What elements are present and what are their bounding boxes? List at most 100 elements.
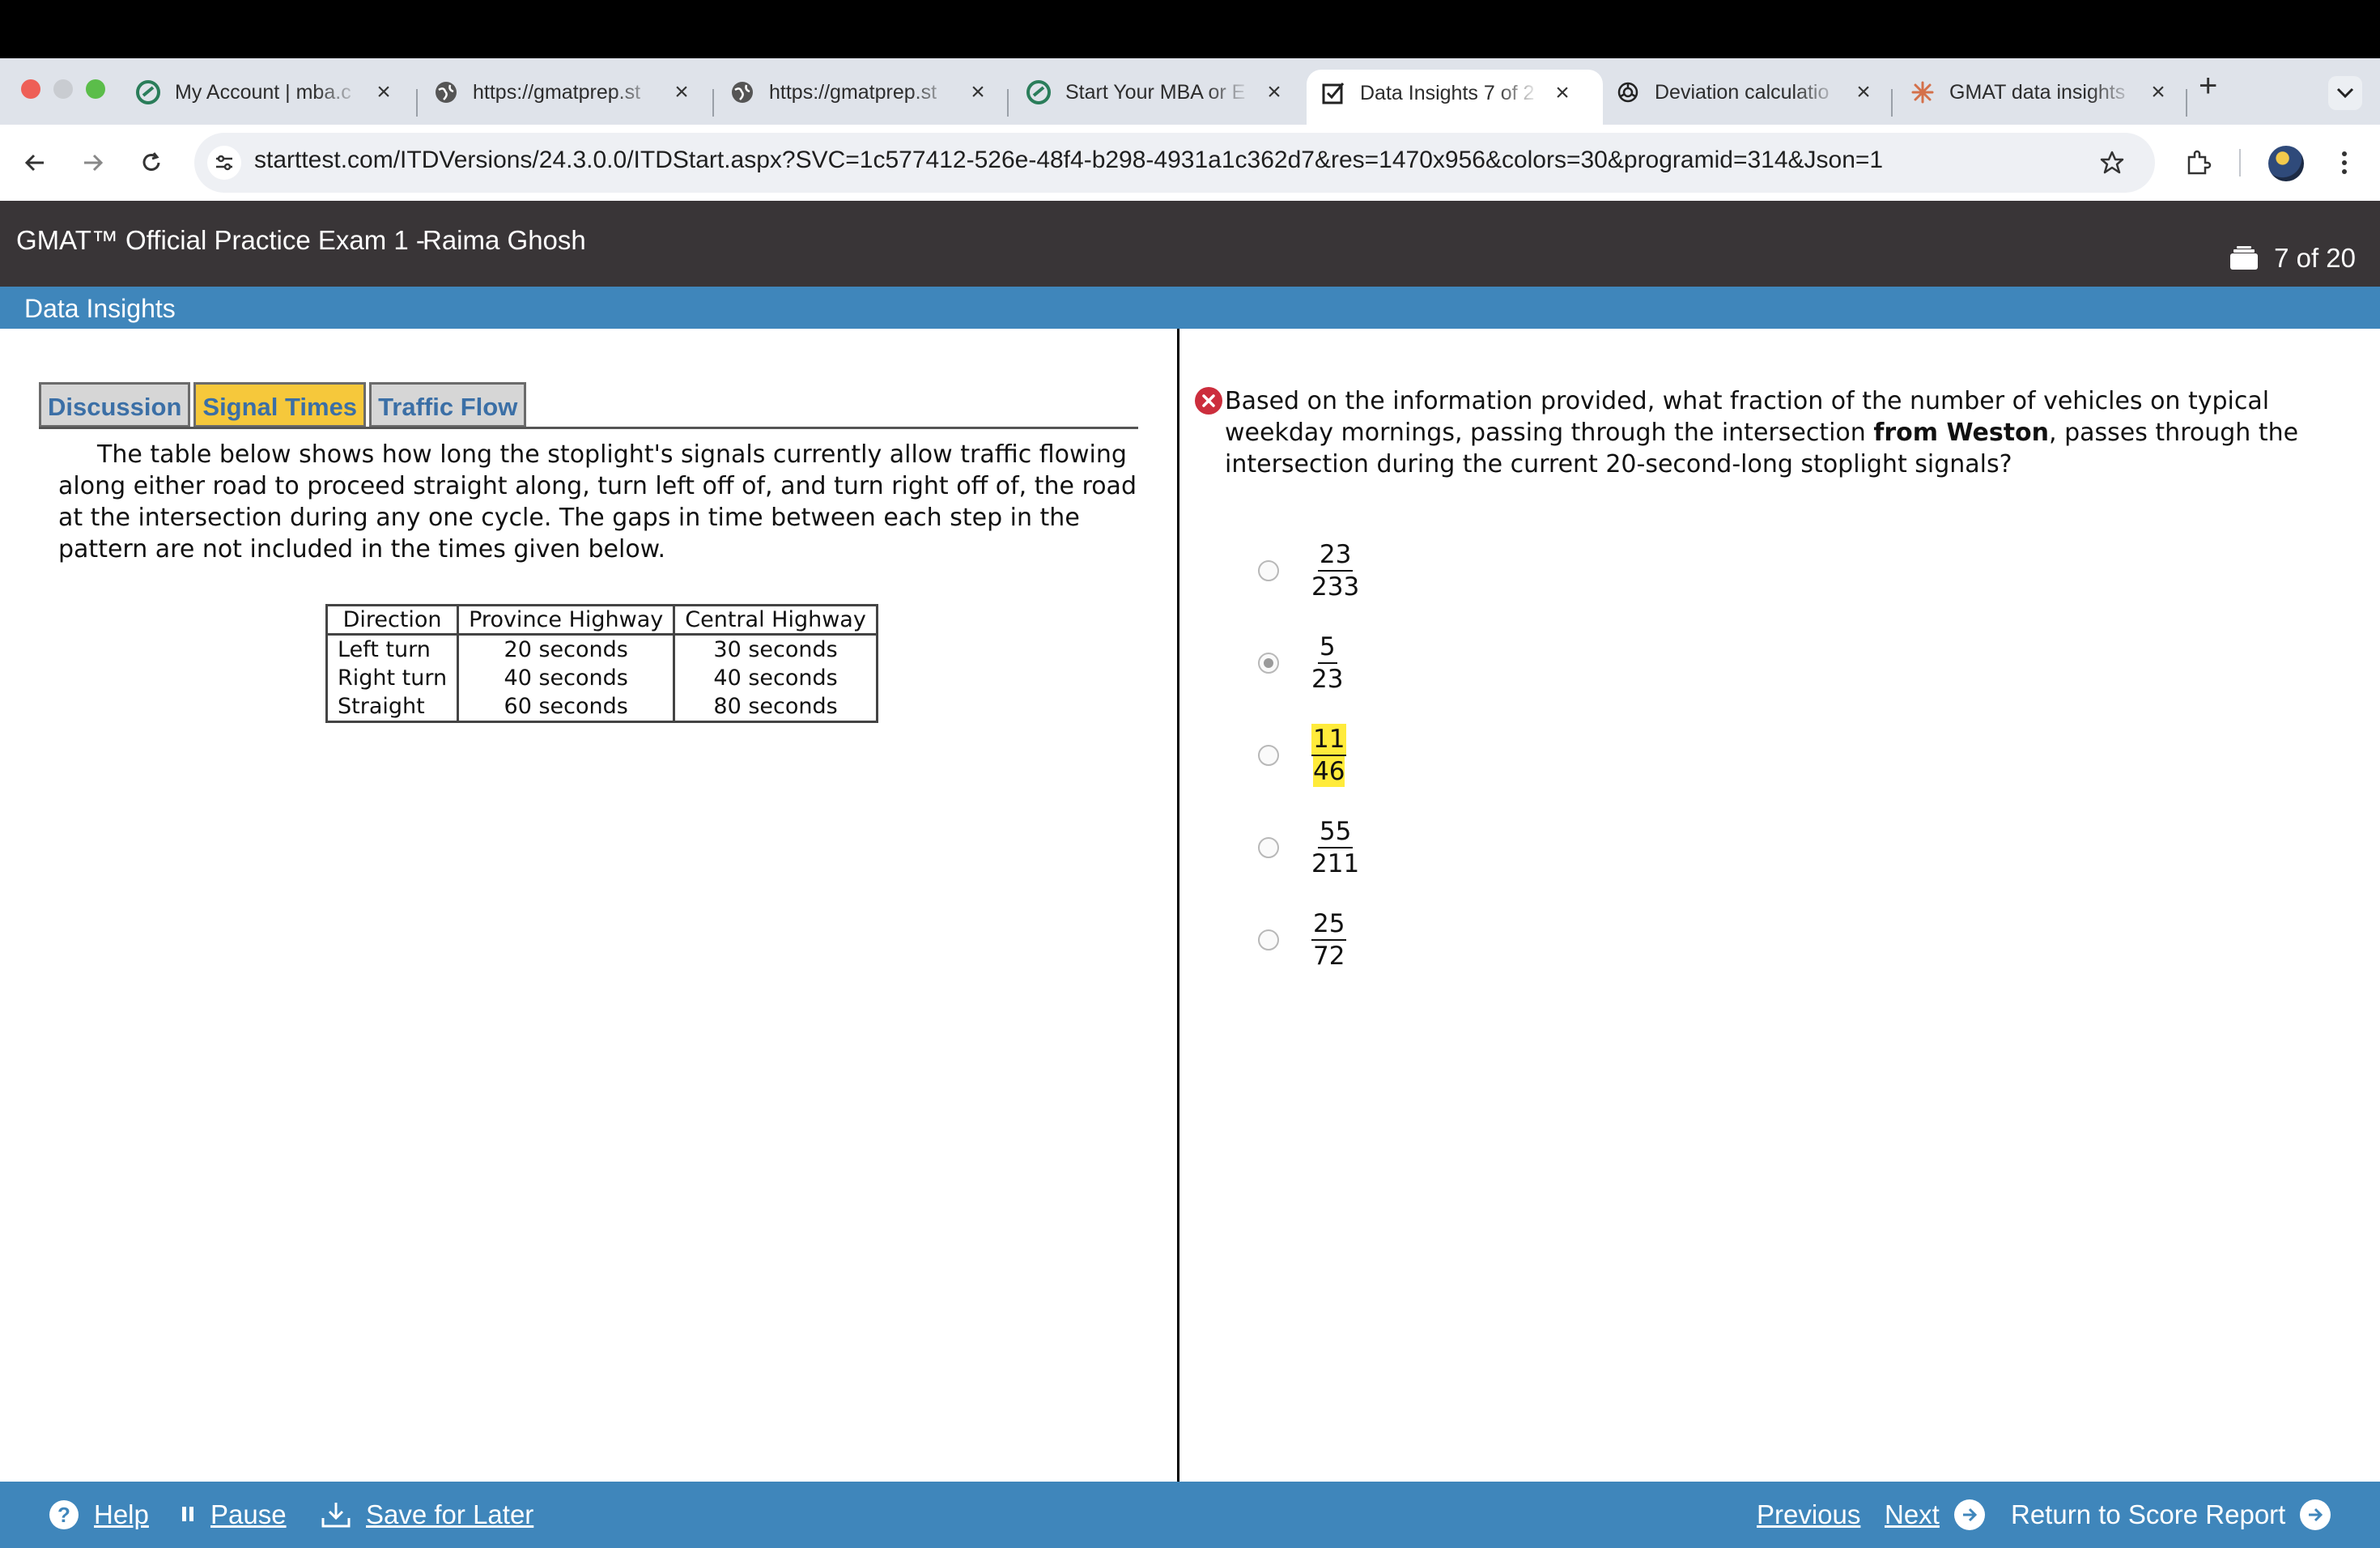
table-row: Left turn 20 seconds 30 seconds: [325, 634, 878, 664]
table-cell: Right turn: [325, 663, 460, 693]
extensions-icon[interactable]: [2178, 142, 2218, 183]
url-text[interactable]: starttest.com/ITDVersions/24.3.0.0/ITDSt…: [254, 147, 1883, 174]
tab-title: My Account | mba.c: [175, 80, 351, 104]
section-bar: Data Insights: [0, 287, 2380, 329]
candidate-name: Raima Ghosh: [423, 225, 586, 255]
tab-title: Deviation calculatio: [1655, 80, 1830, 104]
table-cell: Straight: [325, 692, 460, 722]
denominator: 23: [1311, 665, 1344, 694]
radio-button[interactable]: [1258, 837, 1279, 858]
next-button[interactable]: Next: [1885, 1499, 1985, 1530]
new-tab-button[interactable]: +: [2199, 70, 2217, 102]
pause-button[interactable]: Pause: [180, 1499, 287, 1530]
download-icon: [321, 1500, 351, 1529]
pause-icon: [180, 1505, 196, 1525]
answer-option[interactable]: 11 46: [1258, 724, 1347, 787]
radio-button[interactable]: [1258, 745, 1279, 766]
arrow-left-icon: [24, 154, 44, 172]
close-icon[interactable]: ×: [670, 79, 693, 106]
tab-signal-times[interactable]: Signal Times: [193, 382, 367, 427]
browser-tab[interactable]: https://gmatprep.st ×: [730, 70, 989, 115]
close-icon[interactable]: ×: [967, 79, 989, 106]
close-icon[interactable]: ×: [1263, 79, 1286, 106]
browser-tab[interactable]: https://gmatprep.st ×: [434, 70, 693, 115]
close-icon[interactable]: ×: [2147, 79, 2170, 106]
fraction: 23 233: [1311, 539, 1359, 602]
return-to-score-report-button[interactable]: Return to Score Report: [2011, 1499, 2331, 1530]
tabs-underline: [39, 427, 1138, 429]
tab-discussion[interactable]: Discussion: [39, 382, 191, 427]
window-minimize-button[interactable]: [53, 79, 73, 99]
profile-avatar[interactable]: [2268, 146, 2304, 181]
denominator: 72: [1313, 942, 1345, 971]
answer-option[interactable]: 5 23: [1258, 632, 1343, 695]
window-close-button[interactable]: [21, 79, 40, 99]
help-label: Help: [94, 1499, 149, 1529]
exam-footer: ? Help Pause Save for Later Previous Nex…: [0, 1482, 2380, 1548]
fraction: 25 72: [1311, 908, 1347, 972]
answer-option[interactable]: 55 211: [1258, 816, 1359, 879]
table-cell: 30 seconds: [673, 634, 878, 664]
reload-icon: [142, 152, 160, 171]
pause-label: Pause: [210, 1499, 287, 1529]
forward-button[interactable]: [73, 142, 113, 183]
checkbox-pen-icon: [1321, 81, 1345, 105]
svg-text:?: ?: [57, 1503, 70, 1527]
browser-tab-active[interactable]: Data Insights 7 of 2 ×: [1307, 70, 1603, 125]
table-cell: 20 seconds: [457, 634, 676, 664]
radio-button-selected[interactable]: [1258, 653, 1279, 674]
previous-button[interactable]: Previous: [1757, 1499, 1860, 1530]
answer-option[interactable]: 25 72: [1258, 908, 1347, 972]
save-label: Save for Later: [366, 1499, 534, 1529]
site-settings-icon[interactable]: [207, 146, 241, 180]
bookmark-star-icon[interactable]: [2093, 144, 2131, 181]
numerator: 55: [1317, 816, 1354, 848]
address-bar[interactable]: starttest.com/ITDVersions/24.3.0.0/ITDSt…: [194, 133, 2155, 193]
browser-tab[interactable]: GMAT data insights ×: [1910, 70, 2170, 115]
table-cell: 40 seconds: [673, 663, 878, 693]
reload-button[interactable]: [131, 142, 172, 183]
claude-icon: [1910, 80, 1935, 104]
question-counter-icon: [2229, 245, 2259, 271]
mba-logo-icon: [1026, 80, 1051, 104]
browser-tab[interactable]: Start Your MBA or E ×: [1026, 70, 1286, 115]
save-for-later-button[interactable]: Save for Later: [321, 1499, 533, 1530]
radio-button[interactable]: [1258, 560, 1279, 581]
tab-search-button[interactable]: [2328, 76, 2362, 110]
tab-title: GMAT data insights: [1949, 80, 2126, 104]
browser-tab[interactable]: Deviation calculatio ×: [1616, 70, 1875, 115]
globe-icon: [730, 80, 754, 104]
denominator: 211: [1311, 849, 1360, 878]
close-icon[interactable]: ×: [1551, 79, 1574, 107]
browser-toolbar: starttest.com/ITDVersions/24.3.0.0/ITDSt…: [0, 125, 2380, 201]
table-cell: 80 seconds: [673, 692, 878, 722]
table-row: Right turn 40 seconds 40 seconds: [325, 663, 878, 693]
window-zoom-button[interactable]: [86, 79, 105, 99]
table-header-row: Direction Province Highway Central Highw…: [325, 605, 878, 636]
arrow-right-icon: [84, 154, 104, 172]
back-button[interactable]: [15, 142, 55, 183]
question-progress: 7 of 20: [2229, 243, 2356, 274]
answer-option[interactable]: 23 233: [1258, 539, 1359, 602]
section-title: Data Insights: [24, 294, 176, 323]
question-text: Based on the information provided, what …: [1225, 385, 2342, 480]
previous-label: Previous: [1757, 1499, 1861, 1529]
denominator: 233: [1311, 572, 1360, 602]
exam-header: GMAT™ Official Practice Exam 1 - Raima G…: [0, 201, 2380, 287]
chevron-down-icon: [2336, 87, 2354, 99]
tab-title: https://gmatprep.st: [473, 80, 641, 104]
next-label: Next: [1885, 1499, 1940, 1529]
tab-traffic-flow[interactable]: Traffic Flow: [369, 382, 527, 427]
mba-logo-icon: [136, 80, 160, 104]
radio-button[interactable]: [1258, 929, 1279, 950]
numerator: 11: [1311, 724, 1347, 756]
close-icon[interactable]: ×: [372, 79, 395, 106]
browser-tab[interactable]: My Account | mba.c ×: [136, 70, 395, 115]
close-icon[interactable]: ×: [1852, 79, 1875, 106]
help-icon: ?: [49, 1499, 79, 1530]
help-button[interactable]: ? Help: [49, 1499, 149, 1530]
browser-menu-icon[interactable]: [2328, 142, 2361, 183]
table-cell: Left turn: [325, 634, 460, 664]
numerator: 25: [1311, 908, 1347, 941]
os-top-bar: [0, 0, 2380, 58]
